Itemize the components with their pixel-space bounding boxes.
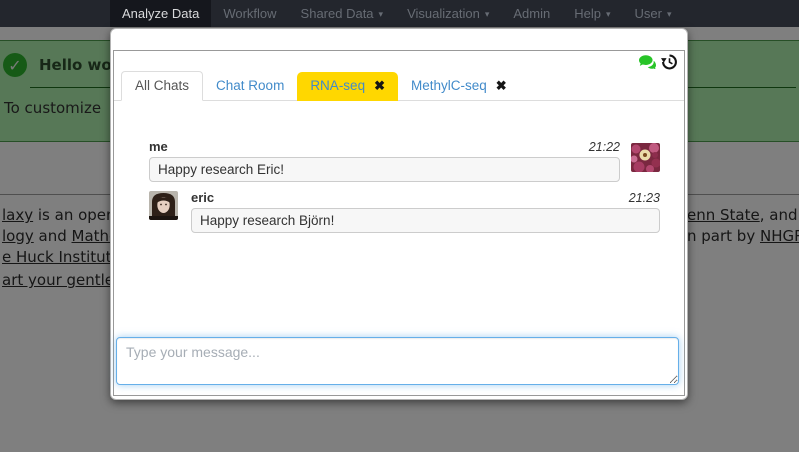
masthead-navbar: Analyze Data Workflow Shared Data▾ Visua…: [0, 0, 799, 27]
nav-item-user[interactable]: User▾: [623, 0, 684, 27]
chevron-down-icon: ▾: [485, 10, 490, 19]
nav-item-shared-data[interactable]: Shared Data▾: [289, 0, 396, 27]
message-timestamp: 21:22: [589, 140, 620, 154]
message-username: me: [149, 139, 168, 154]
comments-icon[interactable]: [639, 55, 656, 69]
tab-methylc-seq[interactable]: MethylC-seq✖: [398, 72, 520, 100]
chat-tabs: All Chats Chat Room RNA-seq✖ MethylC-seq…: [114, 71, 684, 101]
nav-item-visualization[interactable]: Visualization▾: [395, 0, 501, 27]
message-bubble: Happy research Eric!: [149, 157, 620, 182]
tab-rna-seq[interactable]: RNA-seq✖: [297, 72, 398, 101]
chevron-down-icon: ▾: [606, 10, 611, 19]
nav-item-help[interactable]: Help▾: [562, 0, 622, 27]
message-bubble: Happy research Björn!: [191, 208, 660, 233]
avatar-me: [631, 143, 660, 172]
nav-item-admin[interactable]: Admin: [501, 0, 562, 27]
tab-chat-room[interactable]: Chat Room: [203, 72, 297, 100]
nav-item-workflow[interactable]: Workflow: [211, 0, 288, 27]
tab-all-chats[interactable]: All Chats: [121, 71, 203, 101]
chat-message: me 21:22 Happy research Eric!: [149, 139, 660, 182]
message-timestamp: 21:23: [629, 191, 660, 205]
avatar-eric: [149, 191, 178, 220]
chat-panel: All Chats Chat Room RNA-seq✖ MethylC-seq…: [113, 50, 685, 396]
chat-modal: All Chats Chat Room RNA-seq✖ MethylC-seq…: [110, 28, 688, 400]
close-tab-icon[interactable]: ✖: [374, 78, 385, 94]
chevron-down-icon: ▾: [379, 10, 384, 19]
chevron-down-icon: ▾: [667, 10, 672, 19]
message-input[interactable]: [116, 337, 679, 385]
message-list: me 21:22 Happy research Eric!: [149, 139, 660, 233]
nav-item-analyze-data[interactable]: Analyze Data: [110, 0, 211, 27]
close-tab-icon[interactable]: ✖: [496, 78, 507, 94]
chat-message: eric 21:23 Happy research Björn!: [149, 190, 660, 233]
history-icon[interactable]: [661, 54, 677, 70]
message-username: eric: [191, 190, 214, 205]
